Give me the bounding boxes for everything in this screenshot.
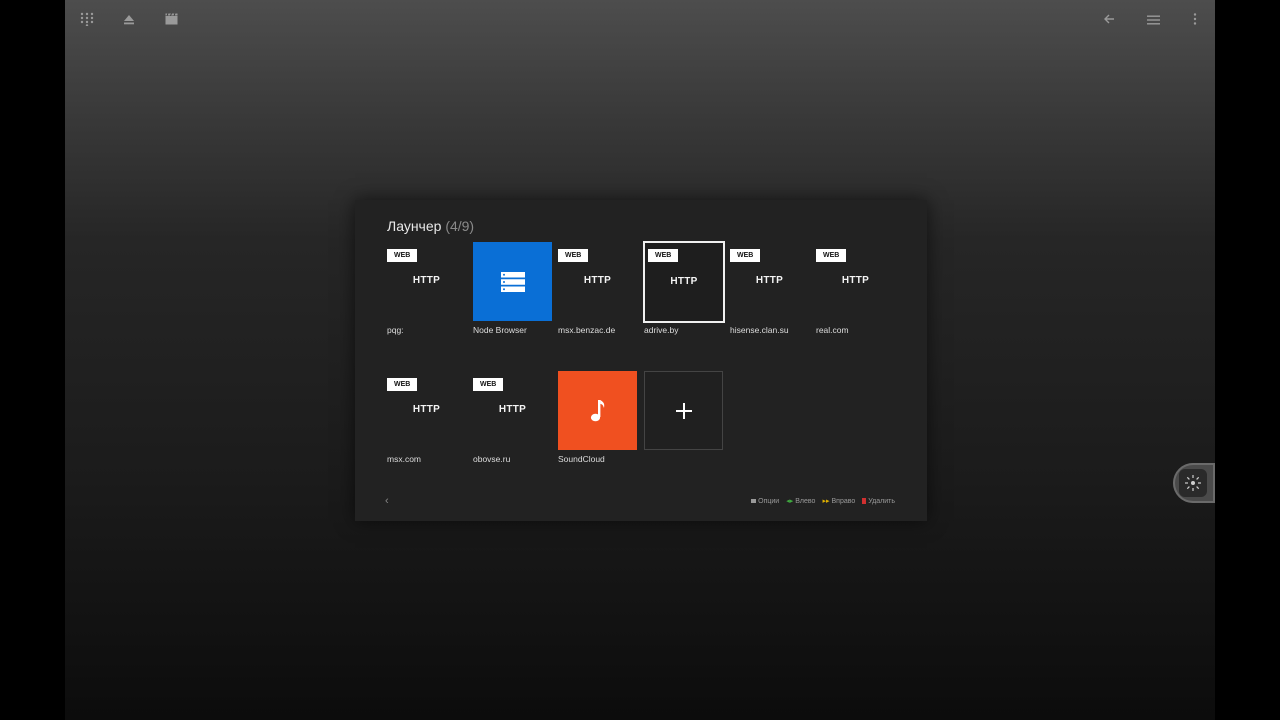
tile-caption: Node Browser — [473, 325, 527, 335]
tile-caption: real.com — [816, 325, 849, 335]
web-badge: WEB — [558, 249, 589, 262]
web-badge: WEB — [387, 378, 418, 391]
add-tile-button[interactable] — [644, 371, 723, 450]
http-label: HTTP — [841, 275, 870, 286]
http-label: HTTP — [412, 404, 441, 415]
dialog-title-count: (4/9) — [445, 218, 475, 234]
http-label: HTTP — [498, 404, 527, 415]
tile-caption: SoundCloud — [558, 454, 605, 464]
http-label: HTTP — [755, 275, 784, 286]
launcher-tile-obovse[interactable]: WEB HTTP — [473, 371, 552, 450]
web-badge: WEB — [473, 378, 504, 391]
prev-page-button[interactable]: ‹ — [385, 495, 389, 507]
web-badge: WEB — [730, 249, 761, 262]
left-key-icon: ◂▸ — [786, 498, 794, 505]
settings-sparkle-icon — [1179, 469, 1207, 497]
tile-caption: obovse.ru — [473, 454, 511, 464]
music-note-icon — [558, 371, 637, 450]
movie-clapper-icon[interactable] — [162, 12, 180, 30]
screen: Лаунчер (4/9) WEB HTTP pqg: Node Browser — [65, 0, 1215, 720]
options-key-icon — [751, 499, 757, 503]
side-settings-button[interactable] — [1173, 463, 1215, 503]
dialog-title-text: Лаунчер — [387, 218, 442, 234]
http-label: HTTP — [670, 276, 698, 287]
launcher-tile-node-browser[interactable] — [473, 242, 552, 321]
launcher-dialog: Лаунчер (4/9) WEB HTTP pqg: Node Browser — [355, 200, 927, 521]
plus-icon — [645, 372, 722, 449]
dialpad-icon[interactable] — [78, 12, 96, 30]
dialog-title: Лаунчер (4/9) — [387, 218, 474, 234]
launcher-tile-hisense[interactable]: WEB HTTP — [730, 242, 809, 321]
hint-delete-label: Удалить — [868, 497, 895, 505]
tile-caption: pqg: — [387, 325, 404, 335]
hint-delete: Удалить — [862, 498, 895, 505]
hint-right-label: Вправо — [831, 497, 856, 505]
web-badge: WEB — [648, 249, 679, 262]
tile-caption: hisense.clan.su — [730, 325, 789, 335]
web-badge: WEB — [387, 249, 418, 262]
launcher-tile-soundcloud[interactable] — [558, 371, 637, 450]
back-arrow-icon[interactable] — [1100, 12, 1118, 30]
hint-left: ◂▸ Влево — [786, 497, 816, 506]
menu-icon[interactable] — [1144, 12, 1162, 30]
launcher-tile-msx-com[interactable]: WEB HTTP — [387, 371, 466, 450]
server-list-icon — [473, 242, 552, 321]
http-label: HTTP — [412, 275, 441, 286]
hint-options-label: Опции — [758, 497, 780, 505]
footer-hints: Опции ◂▸ Влево ▸▸ Вправо Удалить — [751, 497, 895, 505]
hint-options: Опции — [751, 498, 779, 505]
web-badge: WEB — [816, 249, 847, 262]
launcher-tile-msx-benzac[interactable]: WEB HTTP — [558, 242, 637, 321]
eject-icon[interactable] — [120, 12, 138, 30]
launcher-tile-adrive[interactable]: WEB HTTP — [643, 241, 725, 323]
tile-caption: msx.com — [387, 454, 421, 464]
delete-key-icon — [862, 498, 867, 504]
http-label: HTTP — [583, 275, 612, 286]
launcher-tile-real[interactable]: WEB HTTP — [816, 242, 895, 321]
tile-caption: msx.benzac.de — [558, 325, 616, 335]
tile-caption: adrive.by — [644, 325, 679, 335]
right-key-icon: ▸▸ — [822, 498, 830, 505]
more-vert-icon[interactable] — [1186, 12, 1204, 30]
hint-left-label: Влево — [795, 497, 816, 505]
hint-right: ▸▸ Вправо — [822, 497, 856, 506]
launcher-tile-pqg[interactable]: WEB HTTP — [387, 242, 466, 321]
